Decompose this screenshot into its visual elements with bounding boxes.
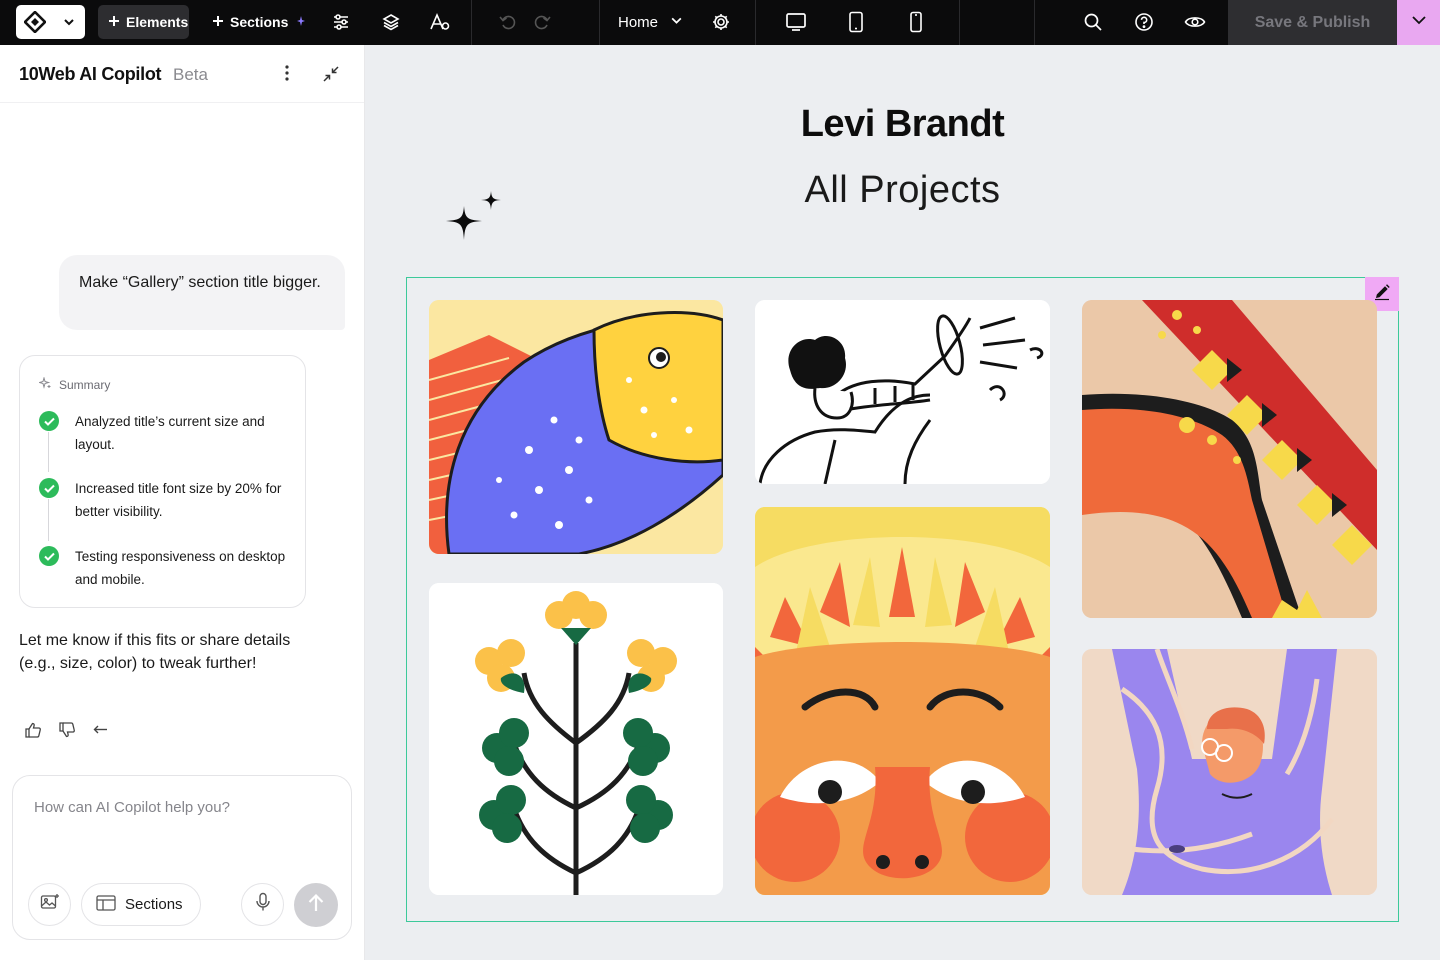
search-icon[interactable] (1080, 9, 1106, 35)
check-icon (39, 478, 59, 498)
summary-step-text: Increased title font size by 20% for bet… (75, 481, 282, 519)
desktop-view-icon[interactable] (783, 9, 809, 35)
gallery-item-person-arms-raised[interactable] (1082, 649, 1377, 895)
editor-canvas: Levi Brandt All Projects (365, 45, 1440, 960)
summary-header: Summary (37, 376, 111, 392)
page-title[interactable]: Levi Brandt (365, 103, 1440, 146)
prompt-input[interactable] (34, 799, 334, 816)
more-options-icon[interactable] (278, 62, 296, 84)
gallery-item-sun-face[interactable] (755, 507, 1050, 895)
assistant-followup-text: Let me know if this fits or share detail… (19, 632, 291, 672)
summary-step-text: Testing responsiveness on desktop and mo… (75, 549, 286, 587)
layout-icon (96, 894, 116, 915)
summary-heading: Summary (59, 377, 111, 392)
page-selector-label: Home (618, 13, 659, 31)
gallery-section[interactable] (406, 277, 1399, 922)
summary-step: Analyzed title’s current size and layout… (39, 410, 290, 456)
send-button[interactable] (294, 883, 338, 927)
image-add-icon (40, 893, 60, 916)
collapse-panel-icon[interactable] (320, 63, 342, 85)
chevron-down-icon (670, 14, 683, 31)
arrow-up-icon (307, 893, 325, 918)
mobile-view-icon[interactable] (903, 9, 929, 35)
summary-step: Testing responsiveness on desktop and mo… (39, 545, 290, 591)
sections-chip-label: Sections (125, 896, 183, 913)
panel-header: 10Web AI Copilot Beta (0, 45, 364, 103)
reply-icon[interactable] (92, 721, 110, 739)
attach-image-button[interactable] (28, 883, 71, 926)
check-icon (39, 411, 59, 431)
summary-step-text: Analyzed title’s current size and layout… (75, 414, 265, 452)
gallery-item-abstract-pattern[interactable] (1082, 300, 1377, 618)
toolbar-divider (1034, 0, 1035, 45)
preview-eye-icon[interactable] (1182, 9, 1208, 35)
toolbar-divider (599, 0, 600, 45)
plus-icon (212, 14, 224, 30)
top-toolbar: Elements Sections Home Save & Publish (0, 0, 1440, 45)
panel-title: 10Web AI Copilot (19, 64, 162, 84)
chevron-down-icon (63, 16, 75, 28)
help-icon[interactable] (1131, 9, 1157, 35)
gallery-item-fish[interactable] (429, 300, 723, 554)
feedback-actions (24, 721, 110, 739)
summary-card: Summary Analyzed title’s current size an… (19, 355, 306, 608)
sections-button[interactable]: Sections (202, 5, 316, 39)
elements-label: Elements (126, 14, 189, 30)
settings-sliders-icon[interactable] (328, 9, 354, 35)
logo-menu-button[interactable] (16, 5, 85, 39)
ai-sparkle-icon (294, 14, 306, 30)
toolbar-divider (755, 0, 756, 45)
sections-label: Sections (230, 14, 289, 30)
thumbs-down-icon[interactable] (58, 721, 76, 739)
toolbar-divider (471, 0, 472, 45)
publish-options-button[interactable] (1397, 0, 1440, 45)
thumbs-up-icon[interactable] (24, 721, 42, 739)
tablet-view-icon[interactable] (843, 9, 869, 35)
user-message-bubble: Make “Gallery” section title bigger. (59, 255, 345, 330)
elements-button[interactable]: Elements (98, 5, 189, 39)
ai-copilot-panel: 10Web AI Copilot Beta Make “Gallery” sec… (0, 45, 365, 960)
redo-icon[interactable] (529, 9, 555, 35)
plus-icon (108, 14, 120, 30)
tenweb-logo-icon (24, 11, 46, 33)
beta-badge: Beta (173, 65, 208, 84)
page-selector[interactable]: Home (618, 5, 683, 39)
toolbar-divider (959, 0, 960, 45)
prompt-composer: Sections (12, 775, 352, 940)
gallery-item-flower-plant[interactable] (429, 583, 723, 895)
summary-step: Increased title font size by 20% for bet… (39, 477, 290, 523)
undo-icon[interactable] (495, 9, 521, 35)
gallery-item-trumpet-player[interactable] (755, 300, 1050, 484)
voice-input-button[interactable] (241, 883, 284, 926)
save-publish-button[interactable]: Save & Publish (1228, 0, 1397, 45)
pencil-icon (1373, 283, 1391, 306)
layers-icon[interactable] (378, 9, 404, 35)
page-subtitle[interactable]: All Projects (365, 169, 1440, 212)
typography-icon[interactable] (427, 9, 453, 35)
check-icon (39, 546, 59, 566)
sparkle-decoration-icon (443, 190, 505, 257)
sparkle-icon (37, 376, 51, 392)
sections-chip-button[interactable]: Sections (81, 883, 201, 926)
microphone-icon (255, 892, 271, 917)
chevron-down-icon (1411, 13, 1427, 32)
page-settings-gear-icon[interactable] (708, 9, 734, 35)
